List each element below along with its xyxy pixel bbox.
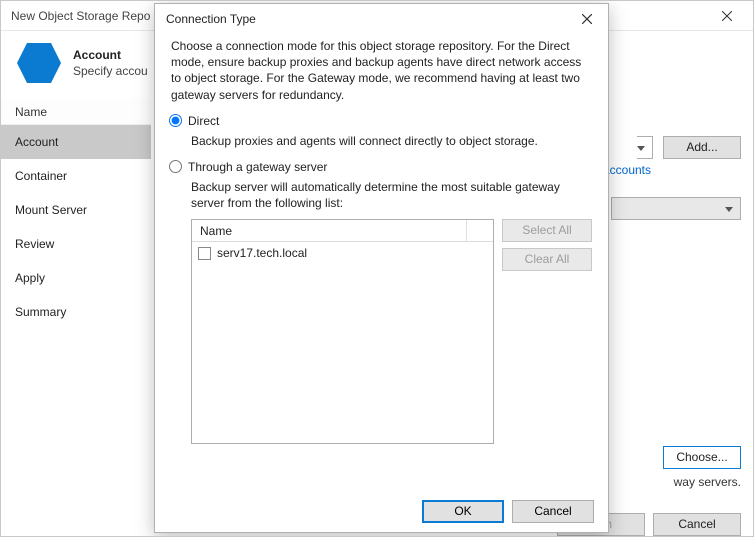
dialog-description: Choose a connection mode for this object…: [171, 38, 592, 103]
gateway-list-row[interactable]: serv17.tech.local: [192, 242, 493, 264]
radio-direct-input[interactable]: [169, 114, 182, 127]
gateway-list-header: Name: [192, 220, 493, 242]
radio-gateway-sub: Backup server will automatically determi…: [191, 179, 592, 211]
nav-item-apply[interactable]: Apply: [1, 261, 151, 295]
radio-direct-sub: Backup proxies and agents will connect d…: [191, 133, 592, 149]
radio-gateway-input[interactable]: [169, 160, 182, 173]
radio-gateway[interactable]: Through a gateway server: [169, 157, 592, 177]
clear-all-button[interactable]: Clear All: [502, 248, 592, 271]
nav-item-review[interactable]: Review: [1, 227, 151, 261]
dialog-title: Connection Type: [166, 12, 574, 26]
radio-gateway-label: Through a gateway server: [188, 160, 327, 174]
hexagon-icon: [15, 39, 63, 87]
dialog-titlebar: Connection Type: [155, 4, 608, 34]
region-dropdown[interactable]: [611, 197, 741, 220]
nav-item-container[interactable]: Container: [1, 159, 151, 193]
connection-type-dialog: Connection Type Choose a connection mode…: [154, 3, 609, 533]
page-subtitle: Specify accou: [73, 64, 148, 78]
nav-item-summary[interactable]: Summary: [1, 295, 151, 329]
gateway-text-fragment: way servers.: [674, 475, 741, 489]
close-icon: [582, 14, 592, 24]
credentials-dropdown[interactable]: [637, 136, 653, 159]
wizard-window: New Object Storage Repo Account Specify …: [0, 0, 754, 537]
cancel-button[interactable]: Cancel: [653, 513, 741, 536]
page-header-text: Account Specify accou: [73, 48, 148, 78]
gateway-list-buttons: Select All Clear All: [502, 219, 592, 444]
radio-direct[interactable]: Direct: [169, 111, 592, 131]
gateway-list-column: Name: [200, 224, 232, 238]
dialog-cancel-button[interactable]: Cancel: [512, 500, 594, 523]
page-icon: [15, 39, 63, 87]
ok-button[interactable]: OK: [422, 500, 504, 523]
page-title: Account: [73, 48, 148, 62]
gateway-list-area: Name serv17.tech.local Select All Clear …: [191, 219, 592, 444]
nav-item-mount-server[interactable]: Mount Server: [1, 193, 151, 227]
manage-accounts-link[interactable]: accounts: [603, 163, 651, 177]
radio-direct-label: Direct: [188, 114, 219, 128]
dialog-close-button[interactable]: [574, 6, 600, 32]
gateway-row-label: serv17.tech.local: [217, 246, 307, 260]
select-all-button[interactable]: Select All: [502, 219, 592, 242]
gateway-row-checkbox[interactable]: [198, 247, 211, 260]
choose-button[interactable]: Choose...: [663, 446, 741, 469]
dialog-footer: OK Cancel: [155, 490, 608, 532]
add-button[interactable]: Add...: [663, 136, 741, 159]
column-divider: [466, 220, 467, 241]
gateway-list: Name serv17.tech.local: [191, 219, 494, 444]
nav-header: Name: [1, 99, 151, 125]
wizard-nav: Name Account Container Mount Server Revi…: [1, 99, 151, 503]
window-close-button[interactable]: [709, 1, 745, 31]
nav-item-account[interactable]: Account: [1, 125, 151, 159]
dialog-body: Choose a connection mode for this object…: [155, 34, 608, 490]
close-icon: [722, 11, 732, 21]
